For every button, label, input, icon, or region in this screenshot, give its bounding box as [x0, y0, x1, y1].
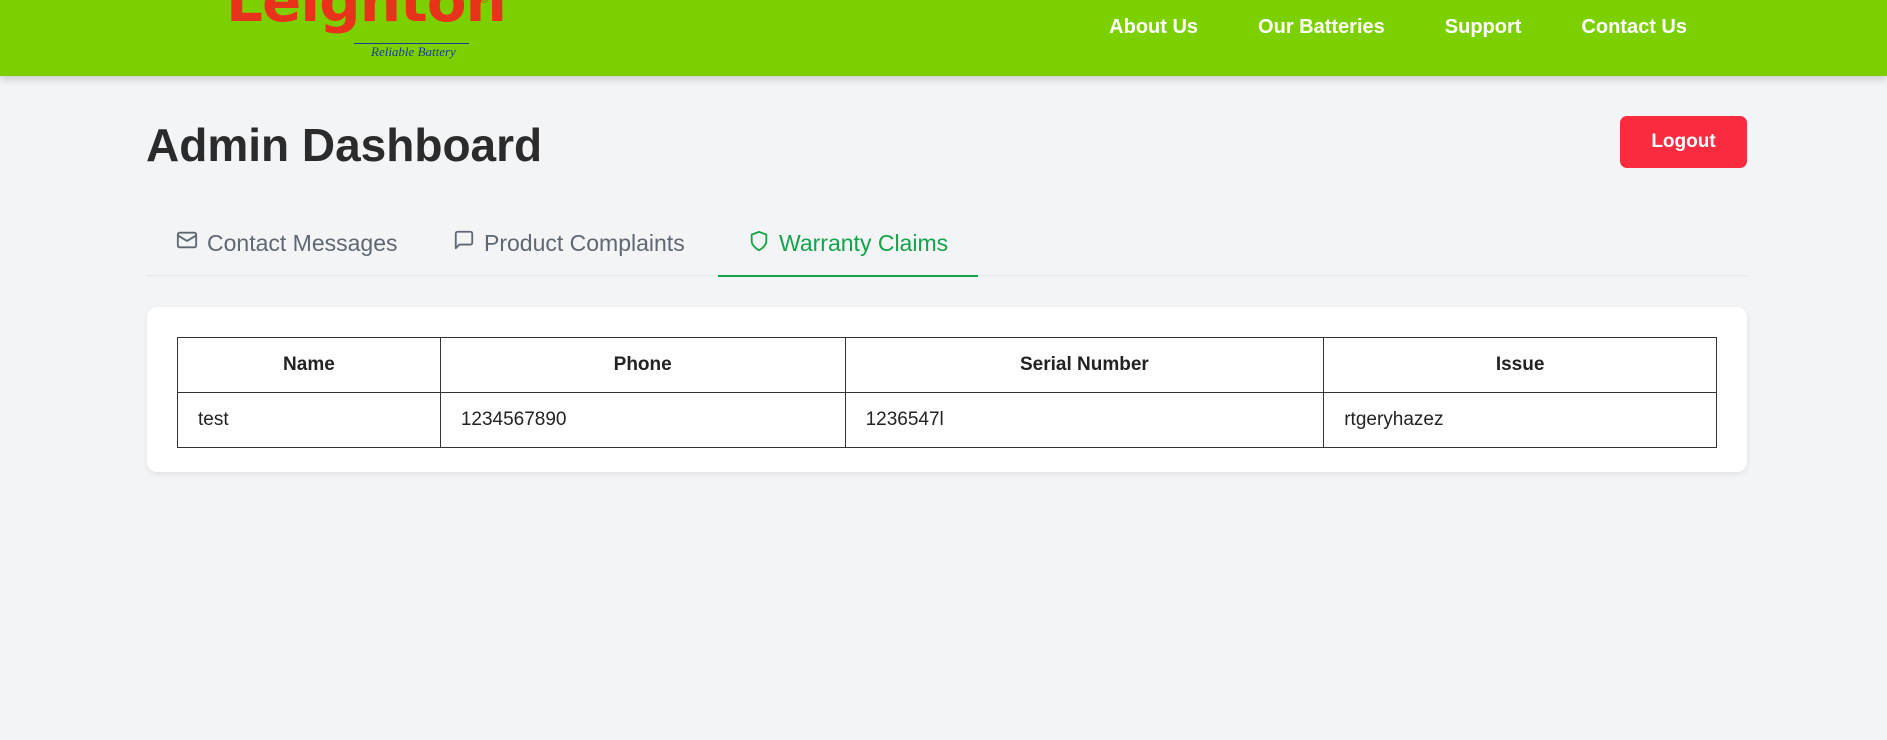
nav-link-about-us[interactable]: About Us	[1079, 14, 1228, 40]
tab-bar: Contact Messages Product Complaints Warr…	[146, 212, 1747, 277]
table-header-row: Name Phone Serial Number Issue	[177, 337, 1717, 393]
cell-serial-number: 1236547l	[844, 392, 1325, 448]
tab-label: Product Complaints	[484, 229, 685, 256]
brand-logo-wordmark: Leighton	[226, 0, 507, 35]
column-header-issue: Issue	[1323, 337, 1717, 393]
table-row: test 1234567890 1236547l rtgeryhazez	[177, 392, 1717, 448]
cell-issue: rtgeryhazez	[1323, 392, 1717, 448]
logout-button[interactable]: Logout	[1620, 116, 1747, 168]
nav-link-contact-us[interactable]: Contact Us	[1551, 14, 1717, 40]
navbar: Leighton ® Reliable Battery About Us Our…	[0, 0, 1887, 76]
cell-phone: 1234567890	[439, 392, 846, 448]
tab-label: Contact Messages	[207, 229, 398, 256]
column-header-serial-number: Serial Number	[844, 337, 1325, 393]
brand-logo[interactable]: Leighton ® Reliable Battery	[226, 0, 507, 64]
column-header-name: Name	[177, 337, 441, 393]
tab-product-complaints[interactable]: Product Complaints	[453, 212, 685, 274]
shield-icon	[748, 230, 779, 258]
nav-link-support[interactable]: Support	[1415, 14, 1552, 40]
message-square-icon	[453, 229, 484, 257]
mail-icon	[176, 229, 207, 257]
warranty-claims-card: Name Phone Serial Number Issue test 1234…	[147, 307, 1747, 472]
column-header-phone: Phone	[439, 337, 846, 393]
tab-warranty-claims[interactable]: Warranty Claims	[718, 212, 979, 277]
warranty-claims-table: Name Phone Serial Number Issue test 1234…	[177, 337, 1717, 448]
tab-contact-messages[interactable]: Contact Messages	[176, 212, 397, 274]
brand-tagline: Reliable Battery	[371, 44, 456, 59]
main-nav: About Us Our Batteries Support Contact U…	[1079, 14, 1717, 40]
registered-mark: ®	[480, 0, 489, 6]
page-title: Admin Dashboard	[146, 119, 543, 171]
nav-link-our-batteries[interactable]: Our Batteries	[1228, 14, 1415, 40]
tab-label: Warranty Claims	[779, 230, 949, 256]
cell-name: test	[177, 392, 441, 448]
